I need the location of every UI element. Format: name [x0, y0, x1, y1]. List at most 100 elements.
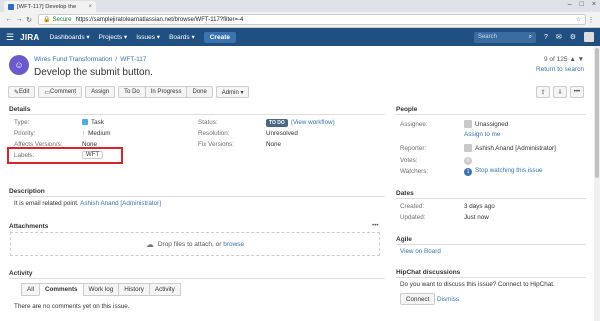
votes-label: Votes: [400, 157, 418, 164]
bookmark-star-icon[interactable]: ☆ [576, 16, 581, 23]
edit-button[interactable]: ✎ Edit [8, 86, 36, 98]
connect-button[interactable]: Connect [400, 293, 436, 305]
activity-heading[interactable]: Activity [9, 270, 32, 277]
hipchat-heading[interactable]: HipChat discussions [396, 269, 460, 276]
attachment-dropzone[interactable]: ☁ Drop files to attach, or browse [10, 232, 380, 256]
nav-projects[interactable]: Projects ▾ [99, 33, 128, 41]
browse-link[interactable]: browse [223, 241, 244, 248]
scrollbar-thumb[interactable] [595, 48, 599, 178]
settings-gear-icon[interactable]: ⚙ [570, 33, 576, 41]
description-author-link[interactable]: Ashish Anand [Administrator] [80, 200, 161, 207]
issue-summary[interactable]: Develop the submit button. [34, 67, 153, 78]
pager-down-icon[interactable]: ▼ [578, 56, 584, 63]
description-divider [9, 196, 385, 197]
view-workflow-link[interactable]: (View workflow) [291, 119, 335, 126]
pager-up-icon[interactable]: ▲ [569, 56, 575, 63]
assignee-value: Unassigned [464, 120, 508, 128]
search-input[interactable]: Search ⌕ [473, 31, 536, 43]
share-icon[interactable]: ⇪ [536, 86, 550, 98]
create-button[interactable]: Create [203, 31, 236, 43]
return-to-search-link[interactable]: Return to search [536, 66, 584, 73]
tab-activity[interactable]: Activity [148, 283, 181, 296]
dropzone-text: Drop files to attach, or [157, 240, 222, 248]
page-scrollbar[interactable] [594, 46, 600, 321]
stop-watching-link[interactable]: Stop watching this issue [475, 167, 543, 174]
nav-issues[interactable]: Issues ▾ [136, 33, 160, 41]
assign-button[interactable]: Assign [85, 86, 116, 98]
hipchat-text: Do you want to discuss this issue? Conne… [400, 281, 555, 288]
window-controls: – □ × [568, 1, 596, 8]
done-button[interactable]: Done [186, 86, 213, 98]
browser-tabstrip: [WFT-117] Develop the × – □ × [0, 0, 600, 12]
admin-button[interactable]: Admin ▾ [215, 86, 250, 98]
description-text[interactable]: It is email related point. Ashish Anand … [14, 200, 161, 207]
reporter-value: Ashish Anand [Administrator] [464, 144, 556, 152]
workflow-buttons: To Do In Progress Done [118, 86, 213, 98]
dates-heading[interactable]: Dates [396, 190, 414, 197]
unassigned-avatar-icon [464, 120, 472, 128]
agile-divider [396, 244, 586, 245]
dismiss-link[interactable]: Dismiss [437, 296, 459, 303]
export-icon[interactable]: ⇩ [553, 86, 567, 98]
people-divider [396, 114, 586, 115]
reporter-text[interactable]: Ashish Anand [Administrator] [475, 145, 556, 152]
people-heading[interactable]: People [396, 106, 417, 113]
tab-all[interactable]: All [21, 283, 40, 296]
labels-value[interactable]: WFT [82, 151, 103, 159]
notifications-icon[interactable]: ✉ [556, 33, 562, 41]
breadcrumb-project[interactable]: Wires Fund Transformation [34, 56, 112, 63]
project-avatar-icon[interactable]: ☺ [9, 55, 29, 75]
jira-logo[interactable]: JIRA [20, 33, 39, 42]
tab-work-log[interactable]: Work log [82, 283, 120, 296]
view-on-board-link[interactable]: View on Board [400, 248, 441, 255]
url-field[interactable]: 🔒 Secure https://samplejiratolearnatlass… [38, 14, 586, 25]
minimize-icon[interactable]: – [568, 1, 572, 8]
agile-heading[interactable]: Agile [396, 236, 412, 243]
user-avatar[interactable] [584, 32, 594, 42]
updated-value: Just now [464, 214, 489, 221]
assignee-label: Assignee: [400, 121, 428, 128]
created-value: 3 days ago [464, 203, 495, 210]
label-chip[interactable]: WFT [82, 151, 103, 159]
comment-button[interactable]: ▭ Comment [38, 86, 83, 98]
help-icon[interactable]: ? [544, 34, 548, 41]
description-heading[interactable]: Description [9, 188, 45, 195]
back-icon[interactable]: ← [4, 16, 14, 23]
attachments-options-icon[interactable]: ••• [372, 222, 379, 229]
reload-icon[interactable]: ↻ [24, 16, 34, 24]
forward-icon[interactable]: → [14, 16, 24, 23]
browser-tab-title: [WFT-117] Develop the [17, 3, 77, 10]
jira-header: ☰ JIRA Dashboards ▾ Projects ▾ Issues ▾ … [0, 28, 600, 46]
lock-icon: 🔒 [43, 17, 51, 23]
votes-count[interactable]: 0 [464, 157, 472, 165]
close-window-icon[interactable]: × [592, 1, 596, 8]
assign-to-me-link[interactable]: Assign to me [464, 131, 500, 138]
todo-button[interactable]: To Do [118, 86, 146, 98]
close-tab-icon[interactable]: × [88, 4, 92, 10]
fix-version-label: Fix Versions: [198, 141, 235, 148]
attachments-heading[interactable]: Attachments [9, 223, 48, 230]
browser-tab[interactable]: [WFT-117] Develop the × [4, 1, 96, 12]
search-icon: ⌕ [528, 33, 532, 40]
no-comments-text: There are no comments yet on this issue. [14, 303, 130, 310]
watchers-count[interactable]: 1 [464, 168, 472, 176]
type-text: Task [91, 119, 104, 126]
breadcrumb-issue-key[interactable]: WFT-117 [120, 56, 146, 63]
resolution-label: Resolution: [198, 130, 230, 137]
more-actions-icon[interactable]: ••• [570, 86, 584, 98]
status-label: Status: [198, 119, 218, 126]
tab-comments[interactable]: Comments [39, 283, 84, 296]
app-switcher-icon[interactable]: ☰ [6, 32, 14, 43]
details-heading[interactable]: Details [9, 106, 30, 113]
issue-toolbar-right: ⇪ ⇩ ••• [536, 86, 584, 98]
reporter-avatar-icon [464, 144, 472, 152]
browser-menu-icon[interactable]: ⋮ [586, 16, 596, 24]
nav-dashboards[interactable]: Dashboards ▾ [50, 33, 90, 41]
nav-boards[interactable]: Boards ▾ [169, 33, 195, 41]
issue-toolbar: ✎ Edit ▭ Comment Assign To Do In Progres… [8, 86, 250, 98]
votes-value[interactable]: 0 [464, 156, 472, 165]
priority-text: Medium [88, 130, 111, 137]
tab-history[interactable]: History [118, 283, 150, 296]
in-progress-button[interactable]: In Progress [144, 86, 188, 98]
maximize-icon[interactable]: □ [580, 1, 584, 8]
